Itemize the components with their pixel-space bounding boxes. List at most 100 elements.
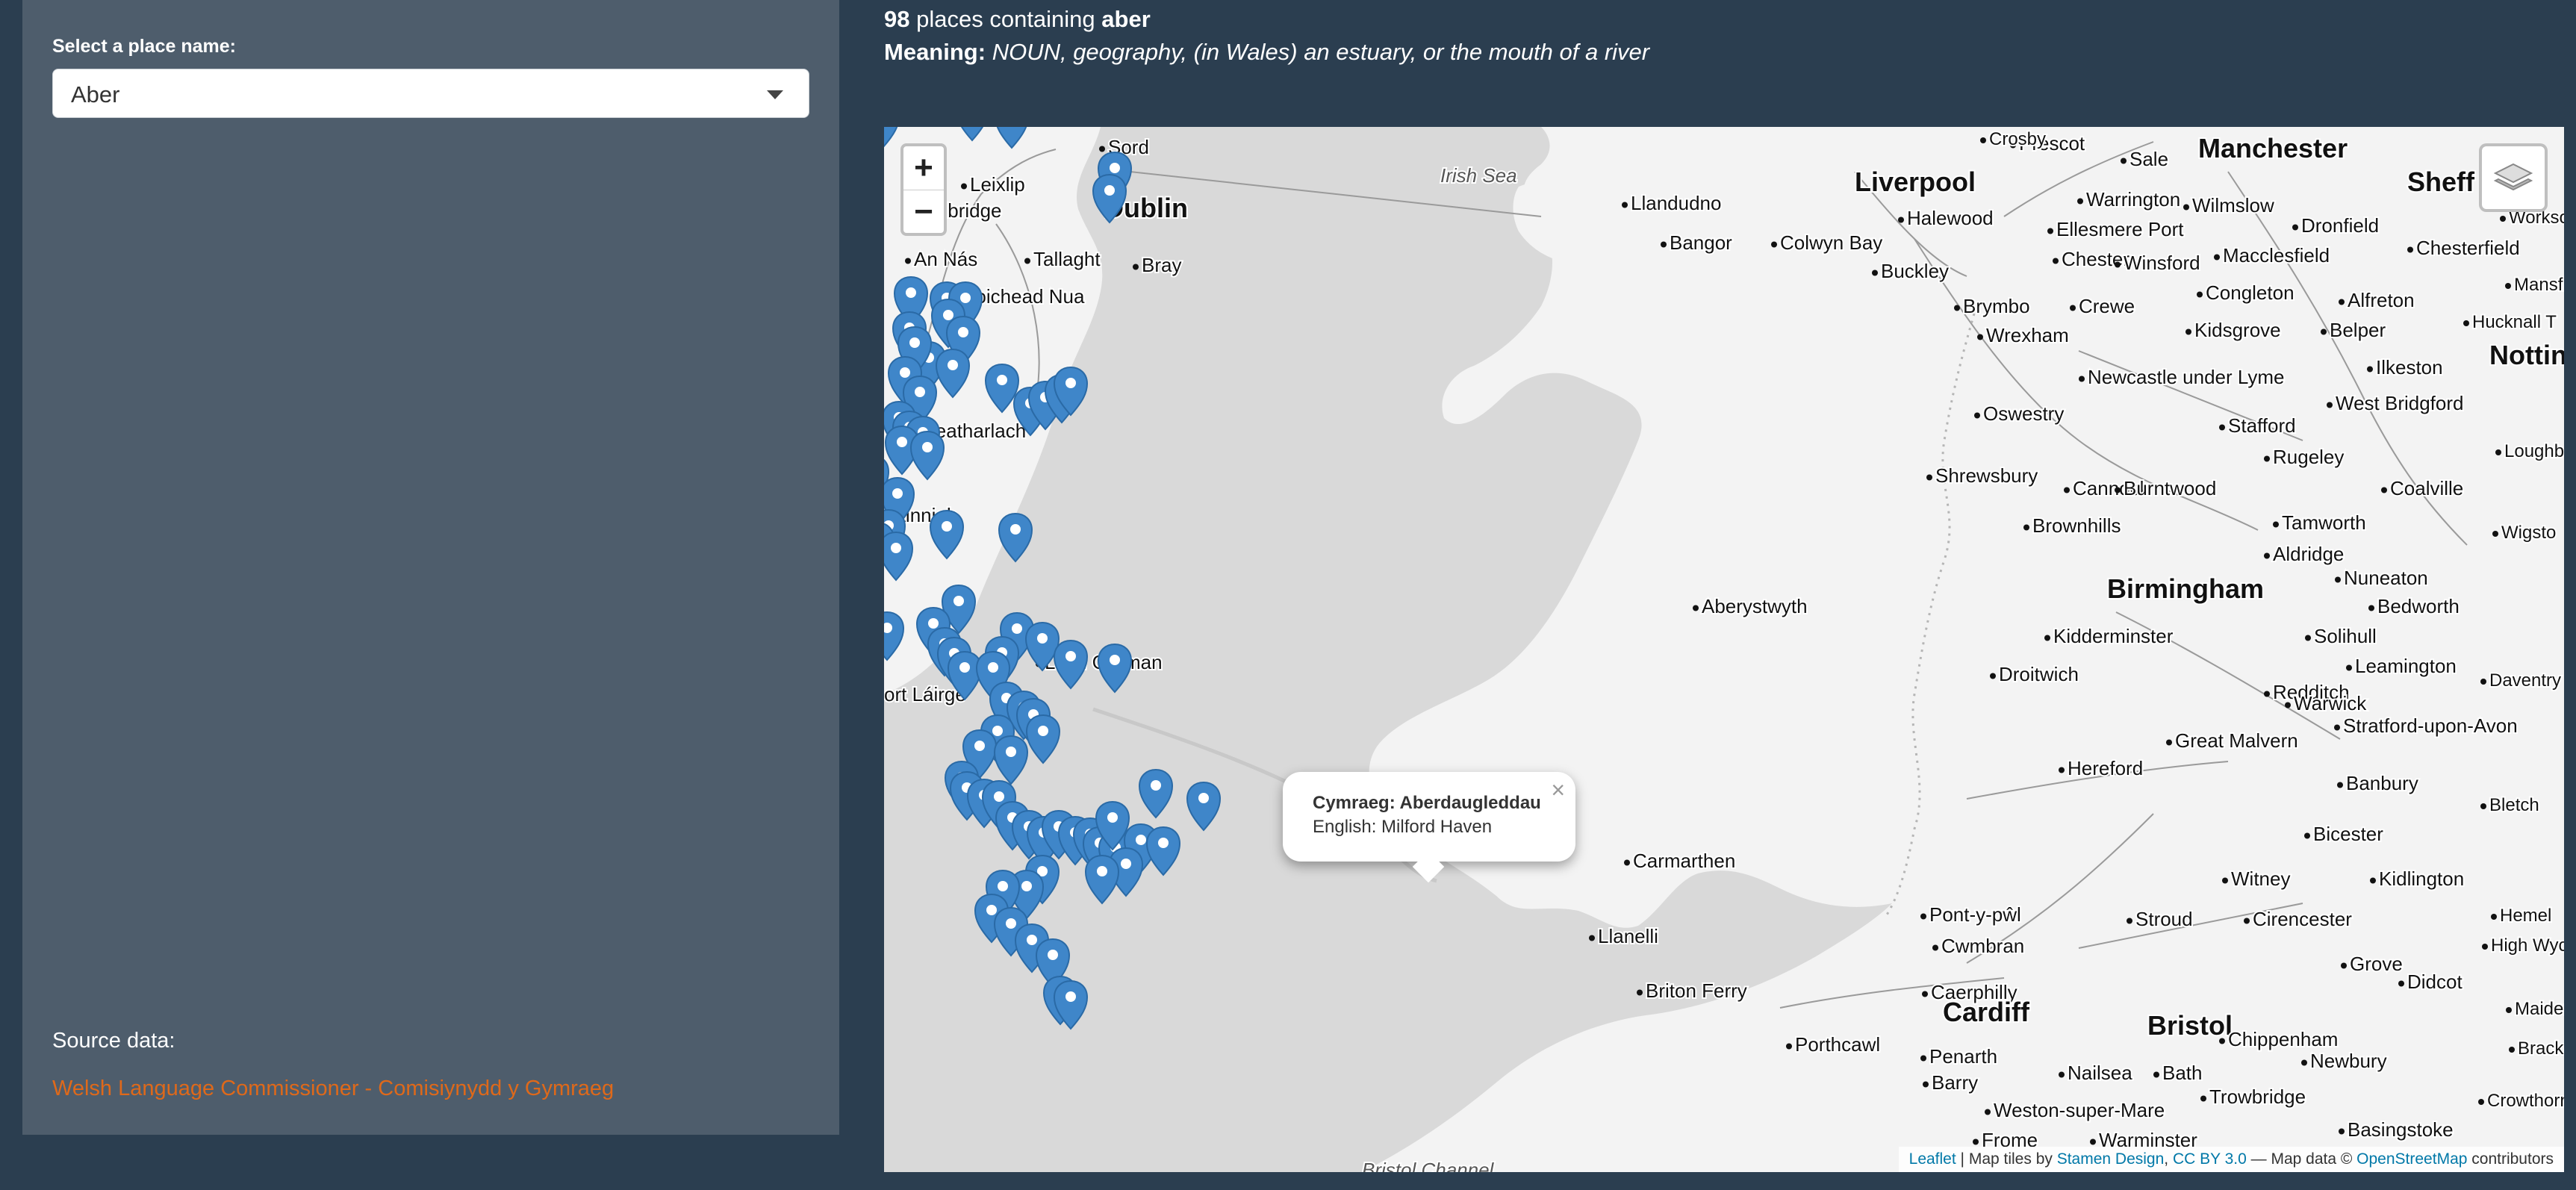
place-label-text: Mansfield [2514,275,2564,295]
place-label-text: Llandudno [1631,192,1721,214]
map[interactable]: Sord Leixlip elbridge Dublin An Nás Tallaght B… [884,127,2564,1172]
marker-dot [1027,935,1037,945]
place-dot [2079,376,2085,382]
caret-down-icon [767,90,783,99]
place-label: Hemel [2491,904,2553,927]
place-label: Kidlington [2370,866,2465,891]
place-label: Tamworth [2273,510,2368,535]
place-label: Tallaght [1024,246,1102,272]
place-dot [1693,605,1699,611]
place-label: Briton Ferry [1637,978,1749,1003]
place-dot [2505,283,2511,289]
place-label-text: Trowbridge [2209,1085,2306,1108]
marker-dot [1065,651,1076,661]
place-label-text: Bedworth [2377,595,2460,617]
marker-dot [1110,655,1120,665]
place-label-text: Bristol [2147,1010,2233,1041]
layers-button[interactable] [2479,143,2548,212]
marker-dot [1151,780,1161,791]
place-label: Kidderminster [2044,623,2175,649]
place-dot [1622,202,1628,208]
place-label-text: Buckley [1881,260,1949,282]
place-label-text: Bath [2162,1062,2203,1084]
map-canvas[interactable]: SordLeixlipelbridge DublinAn Nás Tallaght B… [884,127,2564,1172]
place-label-text: Wigsto [2501,523,2556,543]
place-dot [2305,635,2311,641]
place-label: Belper [2321,317,2387,343]
place-dot [2463,320,2469,326]
place-dot [2337,782,2343,788]
popup-close-button[interactable]: × [1551,776,1565,804]
marker-dot [1136,835,1146,845]
popup-welsh-name: Cymraeg: Aberdaugleddau [1313,793,1541,813]
place-label-text: Nottin [2489,340,2564,370]
place-dot [1985,1109,1991,1115]
place-label-text: Kidderminster [2053,625,2174,647]
place-label: Stroud [2127,906,2194,932]
place-dot [2301,1059,2307,1066]
place-label: An Nás [905,246,979,272]
attribution-text-2: — Map data © [2246,1150,2357,1168]
osm-link[interactable]: OpenStreetMap [2356,1150,2467,1168]
marker-dot [997,375,1007,385]
place-label-text: Alfreton [2348,289,2415,311]
place-dot [2244,918,2250,924]
place-label-text: West Bridgford [2336,392,2463,414]
place-label: Brymbo [1954,293,2032,319]
license-link[interactable]: CC BY 3.0 [2173,1150,2247,1168]
marker-dot [906,287,916,298]
marker-dot [909,337,920,348]
place-label-text: Didcot [2407,971,2463,993]
place-label: Sheff [2406,165,2477,199]
place-label-text: Bray [1142,254,1181,276]
place-dot [1922,991,1928,997]
source-link[interactable]: Welsh Language Commissioner - Comisiynyd… [52,1077,614,1101]
stamen-link[interactable]: Stamen Design [2057,1150,2165,1168]
zoom-in-button[interactable]: + [903,146,944,190]
place-label-text: Barry [1932,1071,1978,1094]
place-dot [2495,449,2501,455]
place-label-text: Maidenh [2515,999,2564,1019]
zoom-out-button[interactable]: − [903,190,944,234]
place-label: Birmingham [2106,572,2265,605]
place-label-text: Warrington [2086,188,2180,211]
place-dot [1661,241,1667,248]
place-label: High Wycom [2482,934,2564,957]
place-dot [2480,679,2486,685]
marker-dot [959,662,970,673]
place-dot [2341,962,2347,969]
place-label-text: Coalville [2390,477,2463,499]
meaning-line: Meaning: NOUN, geography, (in Wales) an … [884,36,1649,69]
place-label-text: Brymbo [1963,295,2030,317]
place-label-text: Daventry [2489,670,2561,691]
place-label: Chesterfield [2407,235,2521,261]
place-label: Aberystwyth [1693,594,1809,619]
place-label-text: Leamington [2355,655,2457,677]
leaflet-link[interactable]: Leaflet [1909,1150,1956,1168]
place-dot [2491,914,2497,920]
place-name-select[interactable]: Aber [52,69,809,118]
place-label-text: Bletch [2489,795,2539,815]
place-dot [2304,832,2310,839]
place-label-text: Bicester [2313,823,2383,845]
place-label-text: Burntwood [2124,477,2216,499]
place-dot [2047,228,2053,234]
place-dot [1974,412,1980,419]
place-dot [1624,859,1630,866]
place-label: Alfreton [2339,287,2416,313]
place-dot [2115,261,2121,268]
place-dot [2023,524,2029,531]
place-dot [2264,691,2270,697]
place-label: Leamington [2346,653,2458,679]
place-dot [2115,487,2121,493]
place-label-text: Kidsgrove [2194,319,2281,341]
place-label: Mansfield [2505,273,2564,296]
place-label: Warrington [2077,187,2182,212]
marker-dot [1065,991,1076,1002]
place-dot [2219,1038,2225,1044]
place-label-text: Chesterfield [2416,237,2520,259]
place-label-text: Newbury [2310,1050,2387,1072]
place-label-text: Hemel [2500,906,2551,926]
search-term: aber [1101,6,1151,32]
marker-dot [953,596,964,606]
